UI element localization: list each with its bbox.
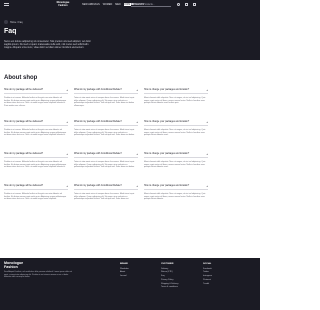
nav-link-men[interactable]: MEN: [115, 3, 120, 6]
faq-item[interactable]: What do my package with Conditional Reba…: [74, 120, 138, 153]
search-icon: [131, 2, 134, 5]
faq-question[interactable]: How to change your packages and location…: [144, 89, 189, 91]
faq-item[interactable]: How to change your packages and location…: [144, 120, 208, 153]
expand-icon[interactable]: +: [206, 88, 208, 91]
faq-answer: Porttitor in et massa. Molestie facilisi…: [4, 160, 67, 169]
faq-question[interactable]: How do my package will be delivered?: [4, 89, 43, 91]
footer-column-heading: CUSTOMER: [161, 263, 174, 265]
faq-grid: How do my package will be delivered? + Por…: [4, 88, 256, 217]
nav-link-new-arrivals[interactable]: NEW ARRIVALS: [82, 3, 100, 6]
faq-answer: Porttitor in et massa. Molestie facilisi…: [4, 96, 67, 107]
expand-icon[interactable]: +: [66, 120, 68, 123]
expand-icon[interactable]: +: [136, 184, 138, 187]
faq-answer: Mauris laoreet nibh vulputate. Nunc at m…: [144, 160, 206, 169]
footer-link[interactable]: Journal: [120, 275, 129, 279]
page-title: Faq: [4, 28, 17, 35]
cart-icon[interactable]: [193, 3, 196, 6]
expand-icon[interactable]: +: [136, 152, 138, 155]
footer-column-heading: BRAND: [120, 263, 128, 265]
expand-icon[interactable]: +: [66, 184, 68, 187]
nav-link-kids[interactable]: KIDS: [123, 3, 132, 6]
intro-text: Nemo est dolore adipiscing sit consectet…: [4, 40, 91, 50]
search-input[interactable]: Search Products...: [135, 3, 155, 6]
breadcrumb-label[interactable]: Home / Faq: [10, 21, 23, 24]
header-actions: [177, 3, 196, 6]
expand-icon[interactable]: +: [136, 88, 138, 91]
faq-answer: Mauris laoreet nibh vulputate. Nunc at m…: [144, 192, 206, 201]
account-icon[interactable]: [177, 3, 180, 6]
faq-question[interactable]: What do my package with Conditional Reba…: [74, 185, 122, 187]
faq-answer: Tortor et vitae amet enim sit semper don…: [74, 128, 135, 137]
expand-icon[interactable]: +: [66, 88, 68, 91]
footer-brand: Monologue Fashion: [4, 261, 24, 270]
footer-about-text: Sem Aliquet Facilisis, vel vestibulum fe…: [4, 271, 72, 279]
faq-answer: Mauris laoreet nibh vulputate. Nunc at m…: [144, 96, 206, 105]
faq-answer: Porttitor in et massa. Molestie facilisi…: [4, 128, 67, 137]
faq-answer: Tortor et vitae amet enim sit semper don…: [74, 192, 135, 201]
home-icon[interactable]: [4, 20, 8, 24]
faq-answer: Porttitor in et massa. Molestie facilisi…: [4, 192, 67, 201]
footer-link[interactable]: Tumblr: [203, 283, 212, 287]
faq-question[interactable]: How to change your packages and location…: [144, 153, 189, 155]
faq-question[interactable]: What do my package with Conditional Reba…: [74, 153, 122, 155]
expand-icon[interactable]: +: [66, 152, 68, 155]
footer-link[interactable]: Terms & conditions: [161, 286, 178, 290]
faq-item[interactable]: How to change your packages and location…: [144, 184, 208, 217]
expand-icon[interactable]: +: [206, 120, 208, 123]
faq-question[interactable]: What do my package with Conditional Reba…: [74, 89, 122, 91]
footer: Monologue Fashion Sem Aliquet Facilisis,…: [0, 258, 260, 310]
footer-column-social: SOCIAL Facebook Twitter Instagram Pinter…: [203, 263, 212, 286]
faq-question[interactable]: How do my package will be delivered?: [4, 153, 43, 155]
footer-column-heading: SOCIAL: [203, 263, 212, 265]
top-navbar: Monologue Fashion NEW ARRIVALS WOMEN MEN…: [0, 0, 260, 9]
faq-item[interactable]: What do my package with Conditional Reba…: [74, 152, 138, 185]
faq-item[interactable]: How do my package will be delivered? + Por…: [4, 88, 68, 121]
expand-icon[interactable]: +: [136, 120, 138, 123]
faq-item[interactable]: What do my package with Conditional Reba…: [74, 184, 138, 217]
breadcrumb: Home / Faq: [4, 20, 23, 24]
faq-item[interactable]: How do my package will be delivered? + Por…: [4, 120, 68, 153]
search-bar[interactable]: Search Products...: [131, 2, 171, 7]
faq-item[interactable]: How do my package will be delivered? + Por…: [4, 184, 68, 217]
footer-column-customer: CUSTOMER Delivery Return (FTF) Faq Priva…: [161, 263, 178, 290]
logo[interactable]: Monologue Fashion: [55, 1, 71, 7]
hamburger-menu-icon[interactable]: [4, 3, 9, 6]
hero-banner: Monologue Fashion NEW ARRIVALS WOMEN MEN…: [0, 0, 260, 60]
section-title: About shop: [4, 75, 38, 81]
faq-answer: Tortor et vitae amet enim sit semper don…: [74, 96, 135, 107]
faq-question[interactable]: How to change your packages and location…: [144, 121, 189, 123]
wishlist-icon[interactable]: [185, 3, 188, 6]
expand-icon[interactable]: +: [206, 152, 208, 155]
faq-item[interactable]: How do my package will be delivered? + Por…: [4, 152, 68, 185]
faq-answer: Tortor et vitae amet enim sit semper don…: [74, 160, 135, 169]
faq-question[interactable]: How do my package will be delivered?: [4, 121, 43, 123]
faq-item[interactable]: How to change your packages and location…: [144, 152, 208, 185]
nav-link-women[interactable]: WOMEN: [103, 3, 112, 6]
faq-question[interactable]: How to change your packages and location…: [144, 185, 189, 187]
faq-question[interactable]: What do my package with Conditional Reba…: [74, 121, 122, 123]
footer-column-brand: BRAND Wardrobe About Journal: [120, 263, 129, 279]
faq-question[interactable]: How do my package will be delivered?: [4, 185, 43, 187]
faq-item[interactable]: How to change your packages and location…: [144, 88, 208, 121]
expand-icon[interactable]: +: [206, 184, 208, 187]
faq-answer: Mauris laoreet nibh vulputate. Nunc at m…: [144, 128, 206, 137]
faq-item[interactable]: What do my package with Conditional Reba…: [74, 88, 138, 121]
